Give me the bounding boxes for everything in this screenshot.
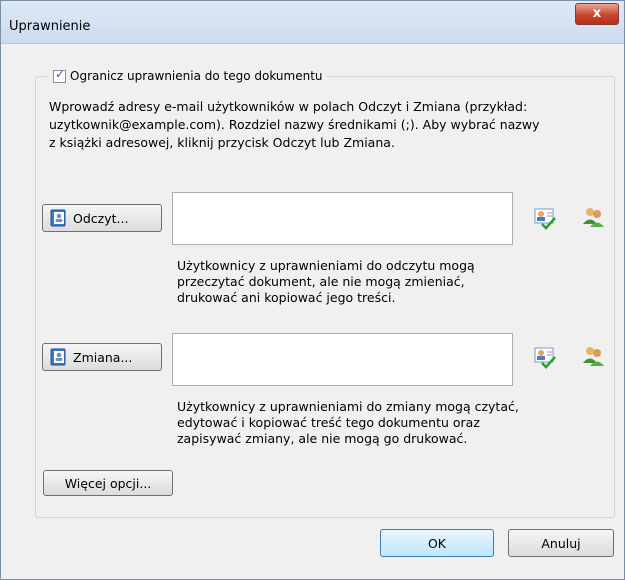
close-icon: x (592, 6, 602, 21)
change-check-names-button[interactable] (531, 343, 559, 371)
checkmark-icon: ✓ (55, 66, 66, 81)
ok-label: OK (427, 535, 447, 551)
read-check-names-button[interactable] (531, 204, 559, 232)
cancel-label: Anuluj (541, 535, 581, 551)
dialog-window: Uprawnienie x ✓ Ogranicz uprawnienia do … (0, 0, 625, 580)
restrict-checkbox[interactable]: ✓ (53, 66, 66, 83)
address-book-icon (50, 209, 66, 227)
read-help-text: Użytkownicy z uprawnieniami do odczytu m… (177, 258, 475, 305)
ok-button[interactable]: OK (380, 529, 494, 557)
change-button-label: Zmiana... (73, 349, 133, 365)
instructions-text: Wprowadź adresy e-mail użytkowników w po… (49, 99, 540, 150)
check-names-icon (534, 347, 556, 369)
change-button[interactable]: Zmiana... (42, 343, 162, 371)
change-add-users-button[interactable] (579, 343, 607, 371)
more-options-label: Więcej opcji... (64, 475, 152, 491)
read-button-label: Odczyt... (73, 210, 129, 226)
title-bar[interactable]: Uprawnienie x (1, 1, 624, 44)
address-book-icon (50, 348, 66, 366)
add-users-icon (583, 208, 604, 227)
check-names-icon (534, 208, 556, 230)
add-users-icon (583, 347, 604, 366)
restrict-checkbox-row[interactable]: ✓ Ogranicz uprawnienia do tego dokumentu (49, 66, 327, 86)
change-users-field[interactable] (172, 333, 513, 386)
restrict-checkbox-label: Ogranicz uprawnienia do tego dokumentu (70, 69, 323, 83)
change-help-text: Użytkownicy z uprawnieniami do zmiany mo… (177, 399, 519, 446)
close-button[interactable]: x (575, 3, 619, 25)
read-add-users-button[interactable] (579, 204, 607, 232)
more-options-button[interactable]: Więcej opcji... (43, 470, 173, 496)
dialog-body: ✓ Ogranicz uprawnienia do tego dokumentu… (1, 44, 624, 579)
read-users-field[interactable] (172, 192, 513, 245)
read-button[interactable]: Odczyt... (42, 204, 162, 232)
dialog-title: Uprawnienie (9, 19, 91, 34)
cancel-button[interactable]: Anuluj (508, 529, 614, 557)
